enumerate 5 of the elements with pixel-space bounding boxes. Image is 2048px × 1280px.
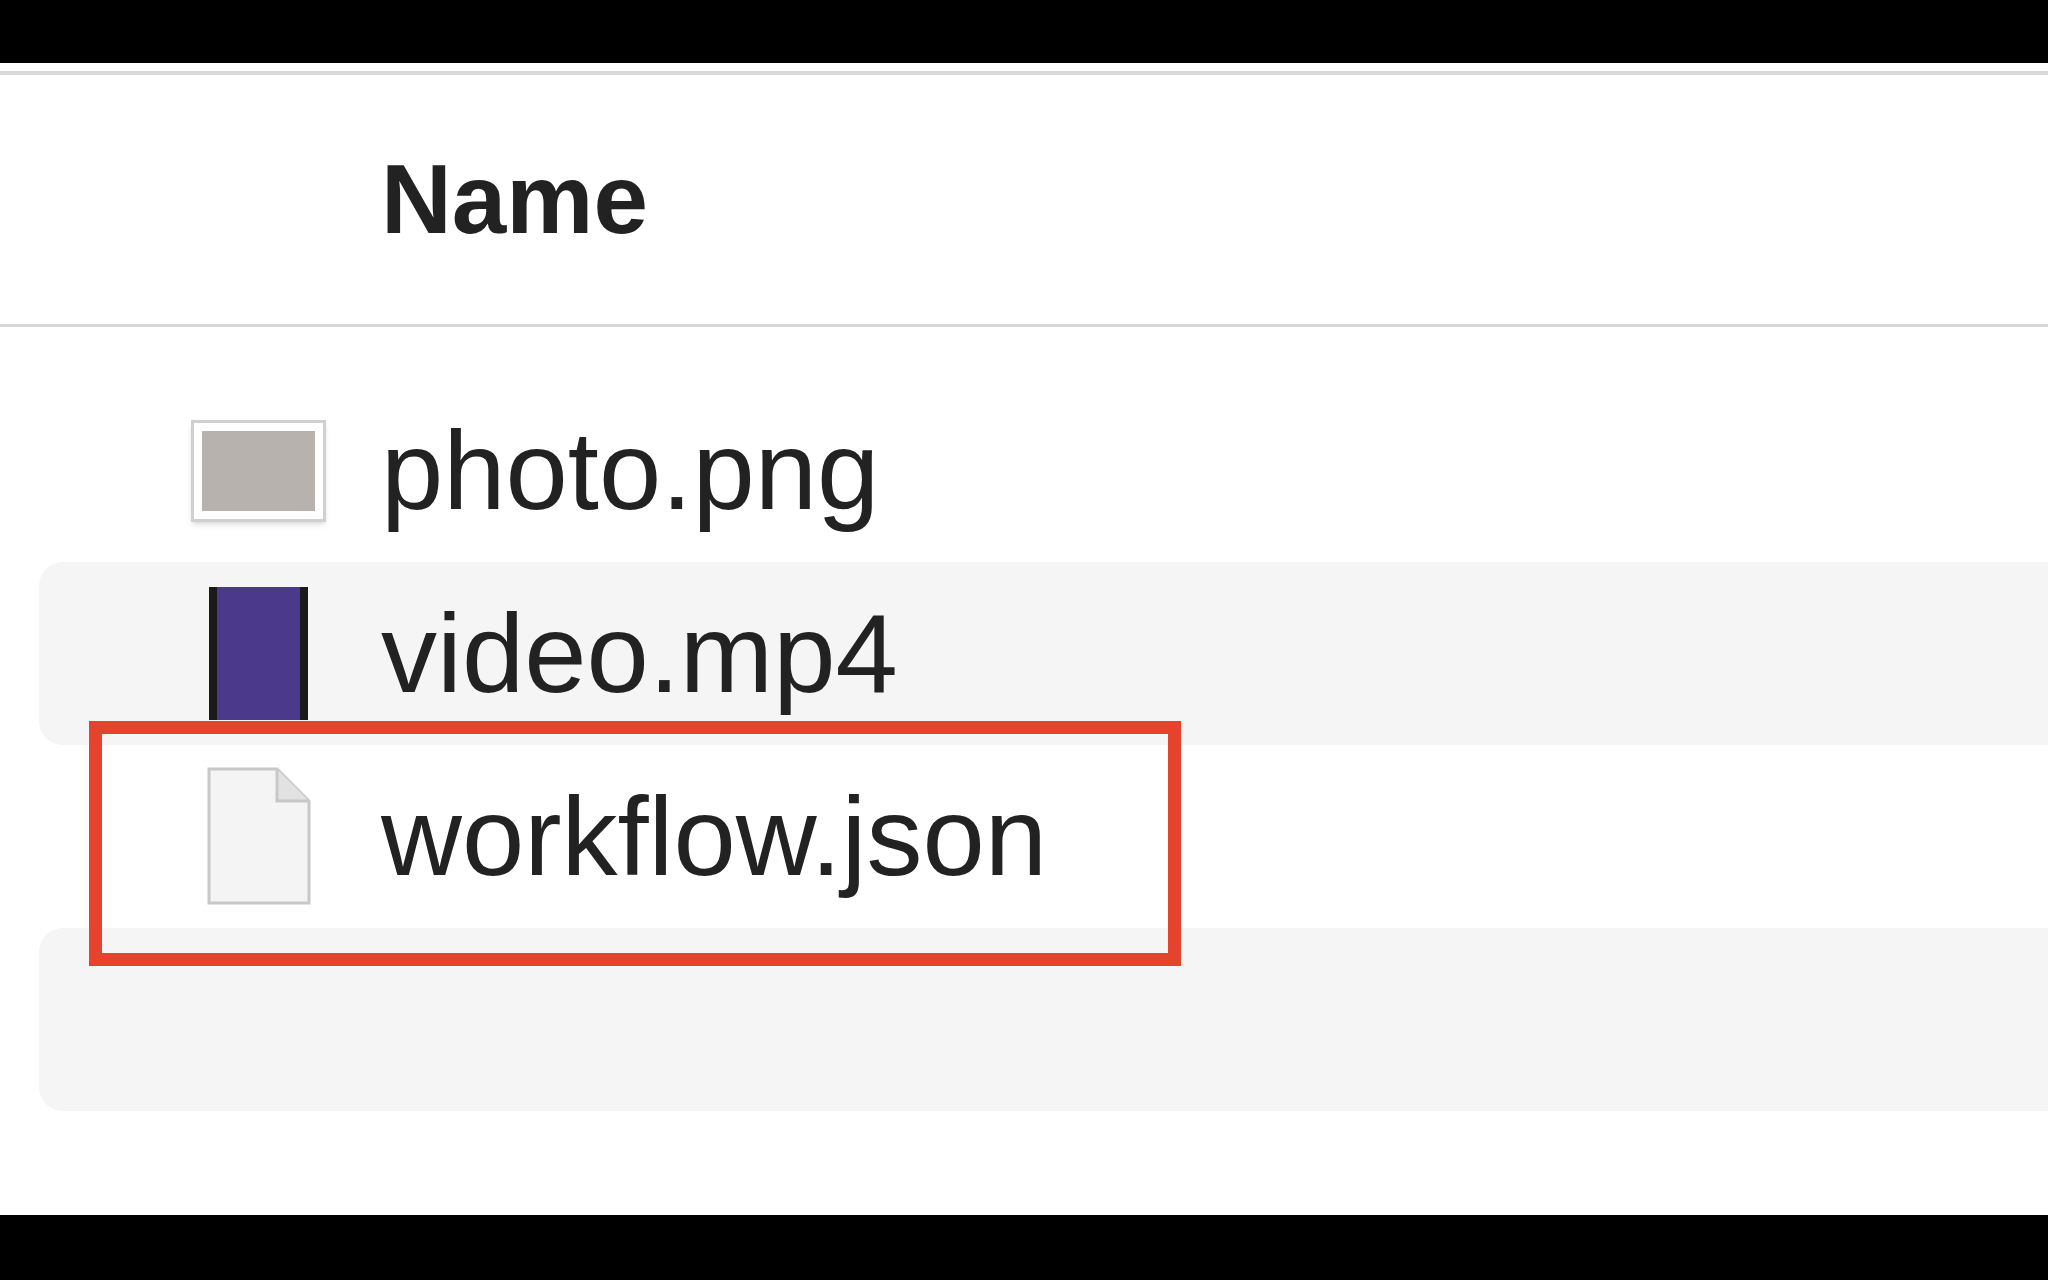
file-row[interactable]: video.mp4: [39, 562, 2048, 745]
file-name: video.mp4: [381, 589, 898, 718]
file-name: workflow.json: [381, 772, 1048, 901]
file-name: photo.png: [381, 406, 880, 535]
column-header[interactable]: Name: [381, 126, 648, 273]
